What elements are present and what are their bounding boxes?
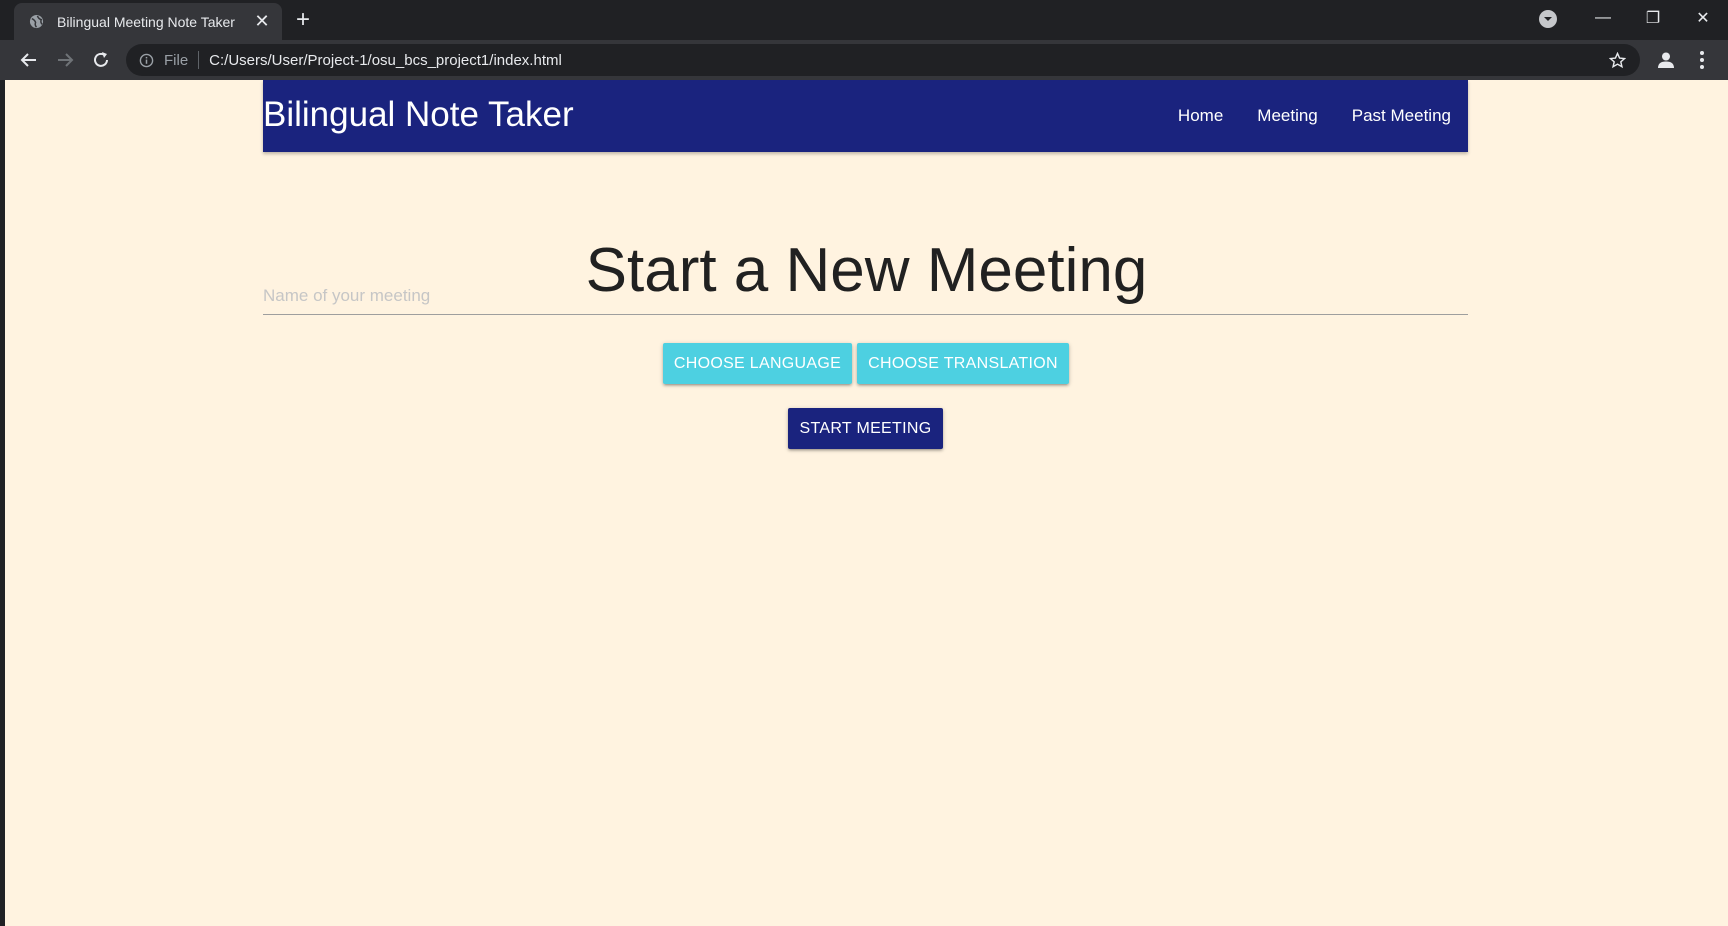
new-tab-icon[interactable]: +	[296, 8, 310, 32]
brand-logo[interactable]: Bilingual Note Taker	[263, 94, 574, 136]
minimize-icon[interactable]: —	[1578, 9, 1628, 27]
menu-kebab-icon[interactable]	[1694, 48, 1710, 72]
site-navbar: Bilingual Note Taker Home Meeting Past M…	[263, 80, 1468, 152]
back-icon[interactable]	[12, 40, 46, 80]
scheme-label: File	[164, 51, 189, 69]
nav-link-past-meeting[interactable]: Past Meeting	[1335, 106, 1468, 126]
address-divider	[198, 51, 200, 69]
meeting-name-input[interactable]	[263, 278, 1468, 315]
nav-link-home[interactable]: Home	[1161, 106, 1240, 126]
bookmark-star-icon[interactable]	[1608, 51, 1626, 69]
choose-language-button[interactable]: CHOOSE LANGUAGE	[663, 343, 852, 384]
info-icon[interactable]	[138, 52, 154, 68]
globe-icon	[28, 13, 45, 30]
browser-toolbar: File C:/Users/User/Project-1/osu_bcs_pro…	[0, 40, 1728, 80]
profile-icon[interactable]	[1654, 50, 1678, 70]
forward-icon[interactable]	[48, 40, 82, 80]
start-meeting-button[interactable]: START MEETING	[788, 408, 943, 449]
choose-translation-button[interactable]: CHOOSE TRANSLATION	[857, 343, 1069, 384]
window-close-icon[interactable]: ✕	[1678, 8, 1728, 28]
tab-search-icon[interactable]	[1539, 10, 1557, 28]
browser-tab-strip: Bilingual Meeting Note Taker ✕ + — ❐ ✕	[0, 0, 1728, 40]
tab-close-icon[interactable]: ✕	[252, 11, 272, 32]
page-viewport: Bilingual Note Taker Home Meeting Past M…	[5, 80, 1728, 926]
url-text[interactable]: C:/Users/User/Project-1/osu_bcs_project1…	[209, 52, 1608, 69]
window-controls: — ❐ ✕	[1578, 0, 1728, 36]
address-bar[interactable]: File C:/Users/User/Project-1/osu_bcs_pro…	[126, 44, 1640, 76]
nav-link-meeting[interactable]: Meeting	[1240, 106, 1334, 126]
tab-title: Bilingual Meeting Note Taker	[57, 13, 235, 30]
reload-icon[interactable]	[84, 40, 118, 80]
nav-links: Home Meeting Past Meeting	[1161, 80, 1468, 152]
restore-icon[interactable]: ❐	[1628, 8, 1678, 28]
browser-tab[interactable]: Bilingual Meeting Note Taker ✕	[14, 3, 282, 40]
